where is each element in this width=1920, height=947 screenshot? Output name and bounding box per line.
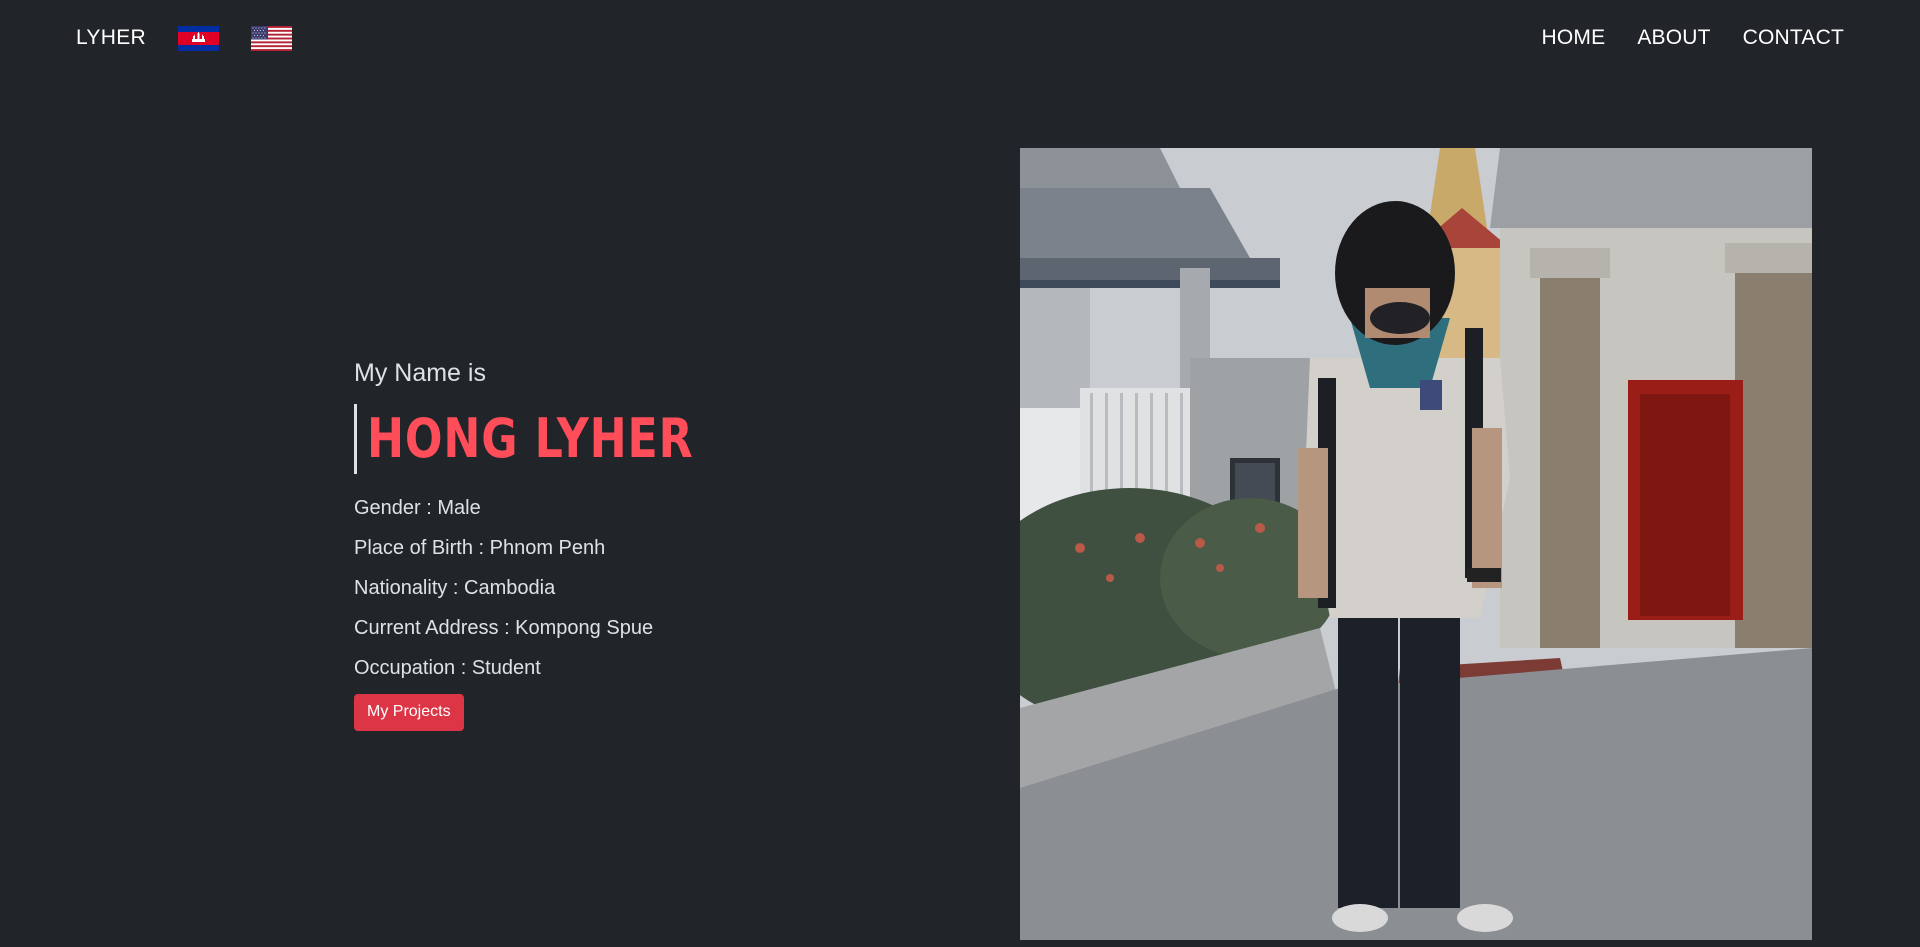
greeting-text: My Name is — [354, 359, 486, 387]
flag-usa-icon[interactable] — [250, 25, 292, 51]
nav-link-about[interactable]: ABOUT — [1637, 26, 1710, 50]
nav-link-home[interactable]: HOME — [1542, 26, 1606, 50]
nav-left: LYHER — [76, 25, 324, 51]
info-gender: Gender : Male — [354, 497, 481, 519]
navbar: LYHER HOME ABOUT CONTACT — [0, 0, 1920, 76]
flag-cambodia-icon[interactable] — [177, 25, 219, 51]
info-current-address: Current Address : Kompong Spue — [354, 617, 654, 639]
nav-link-contact[interactable]: CONTACT — [1743, 26, 1844, 50]
name-heading: HONG LYHER — [367, 407, 694, 470]
my-projects-button[interactable]: My Projects — [354, 694, 464, 731]
info-nationality: Nationality : Cambodia — [354, 577, 556, 599]
brand-link[interactable]: LYHER — [76, 26, 146, 50]
name-heading-wrapper: HONG LYHER — [354, 404, 954, 474]
profile-photo — [1020, 148, 1812, 940]
info-place-of-birth: Place of Birth : Phnom Penh — [354, 537, 606, 559]
intro-section: My Name is HONG LYHER Gender : Male Plac… — [354, 359, 954, 731]
nav-right: HOME ABOUT CONTACT — [1510, 26, 1845, 50]
info-occupation: Occupation : Student — [354, 657, 541, 679]
